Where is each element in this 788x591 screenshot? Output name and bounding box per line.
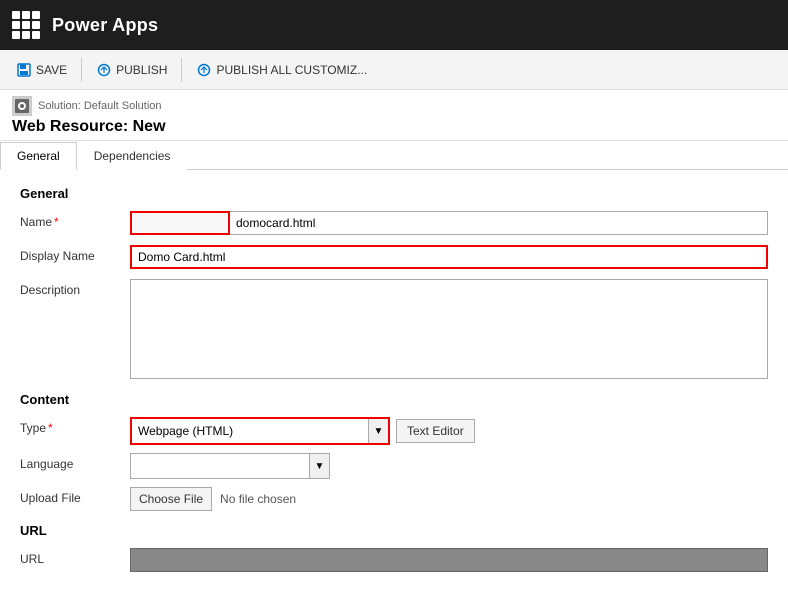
display-name-field [130, 245, 768, 269]
type-select-arrow: ▼ [368, 419, 388, 443]
language-field: ▼ [130, 453, 768, 479]
breadcrumb: Solution: Default Solution [12, 96, 776, 116]
name-field [130, 211, 768, 235]
language-select[interactable] [131, 454, 309, 478]
type-select-wrapper: Webpage (HTML) Script (JScript) Style Sh… [130, 417, 390, 445]
url-section-title: URL [20, 523, 768, 538]
publish-all-label: PUBLISH ALL CUSTOMIZ... [216, 63, 367, 77]
name-row: Name* [20, 211, 768, 237]
type-field: Webpage (HTML) Script (JScript) Style Sh… [130, 417, 768, 445]
publish-label: PUBLISH [116, 63, 167, 77]
waffle-icon[interactable] [12, 11, 40, 39]
upload-file-row: Upload File Choose File No file chosen [20, 487, 768, 513]
app-title: Power Apps [52, 15, 158, 36]
toolbar: SAVE PUBLISH PUBLISH ALL CUSTOMIZ... [0, 50, 788, 90]
language-label: Language [20, 453, 130, 471]
description-field [130, 279, 768, 382]
publish-all-icon [196, 62, 212, 78]
type-required: * [48, 421, 53, 435]
type-row-inner: Webpage (HTML) Script (JScript) Style Sh… [130, 417, 768, 445]
text-editor-button[interactable]: Text Editor [396, 419, 475, 443]
language-select-wrapper: ▼ [130, 453, 330, 479]
name-field-container [130, 211, 768, 235]
save-button[interactable]: SAVE [8, 55, 75, 85]
type-row: Type* Webpage (HTML) Script (JScript) St… [20, 417, 768, 445]
name-prefix-box [130, 211, 230, 235]
publish-button[interactable]: PUBLISH [88, 55, 175, 85]
description-label: Description [20, 279, 130, 297]
language-row: Language ▼ [20, 453, 768, 479]
save-icon [16, 62, 32, 78]
display-name-input[interactable] [130, 245, 768, 269]
name-required: * [54, 215, 59, 229]
no-file-text: No file chosen [220, 492, 296, 506]
content-area: General Name* Display Name Description C… [0, 170, 788, 583]
toolbar-separator-2 [181, 58, 182, 82]
name-label: Name* [20, 211, 130, 229]
page-title: Web Resource: New [12, 118, 776, 136]
tabs-bar: General Dependencies [0, 141, 788, 170]
toolbar-separator-1 [81, 58, 82, 82]
type-label: Type* [20, 417, 130, 435]
url-label: URL [20, 548, 130, 566]
url-row: URL [20, 548, 768, 574]
solution-icon [12, 96, 32, 116]
language-select-arrow: ▼ [309, 454, 329, 478]
description-row: Description [20, 279, 768, 382]
type-select[interactable]: Webpage (HTML) Script (JScript) Style Sh… [132, 419, 368, 443]
save-label: SAVE [36, 63, 67, 77]
tab-general[interactable]: General [0, 142, 77, 170]
tab-dependencies[interactable]: Dependencies [77, 142, 188, 170]
description-textarea[interactable] [130, 279, 768, 379]
publish-all-button[interactable]: PUBLISH ALL CUSTOMIZ... [188, 55, 375, 85]
name-suffix-input[interactable] [230, 211, 768, 235]
url-display [130, 548, 768, 572]
upload-file-label: Upload File [20, 487, 130, 505]
display-name-label: Display Name [20, 245, 130, 263]
solution-label: Solution: Default Solution [38, 100, 162, 112]
general-section-title: General [20, 186, 768, 201]
upload-file-field: Choose File No file chosen [130, 487, 768, 511]
display-name-row: Display Name [20, 245, 768, 271]
url-field [130, 548, 768, 572]
choose-file-button[interactable]: Choose File [130, 487, 212, 511]
publish-icon [96, 62, 112, 78]
content-section-title: Content [20, 392, 768, 407]
top-bar: Power Apps [0, 0, 788, 50]
breadcrumb-area: Solution: Default Solution Web Resource:… [0, 90, 788, 141]
